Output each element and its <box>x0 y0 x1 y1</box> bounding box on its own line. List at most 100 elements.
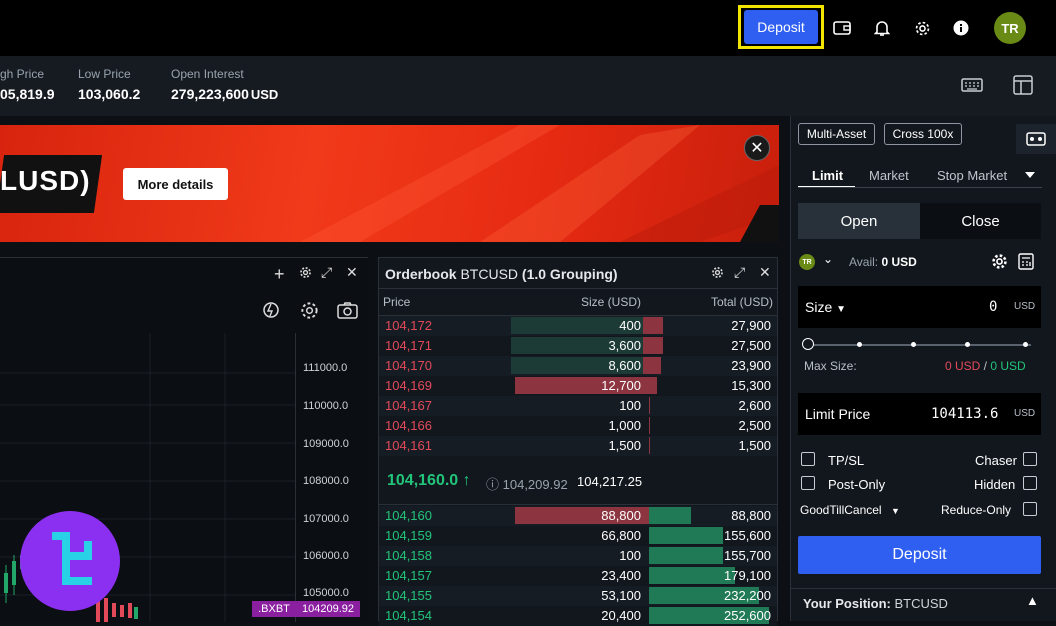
price-cell[interactable]: 104,172 <box>385 318 432 333</box>
y-tick: 108000.0 <box>303 475 349 487</box>
gear-icon[interactable] <box>991 253 1008 275</box>
size-slider[interactable] <box>807 344 1031 346</box>
open-tab[interactable]: Open <box>798 203 920 239</box>
total-cell: 155,700 <box>724 548 771 563</box>
stat-value-oi: 279,223,600 USD <box>171 86 279 102</box>
add-icon[interactable]: + <box>274 264 285 285</box>
price-cell[interactable]: 104,159 <box>385 528 432 543</box>
more-details-button[interactable]: More details <box>123 168 228 200</box>
size-value[interactable]: 0 <box>989 299 997 315</box>
gear-icon[interactable] <box>910 16 934 40</box>
total-depth-bar <box>649 337 663 354</box>
total-cell: 2,500 <box>738 418 771 433</box>
ask-row[interactable]: 104,167 100 2,600 <box>379 396 777 416</box>
close-icon[interactable]: ✕ <box>744 135 770 161</box>
hidden-checkbox[interactable] <box>1023 476 1037 490</box>
y-tick: 110000.0 <box>303 400 349 412</box>
bell-icon[interactable] <box>870 16 894 40</box>
price-cell[interactable]: 104,157 <box>385 568 432 583</box>
reduce-only-checkbox[interactable] <box>1023 502 1037 516</box>
total-depth-bar <box>649 397 650 414</box>
chevron-up-icon[interactable]: ▲ <box>1026 593 1039 608</box>
top-bar <box>0 0 1056 56</box>
expand-icon[interactable]: ⤢ <box>321 264 332 281</box>
index-price: 104,217.25 <box>577 474 643 489</box>
bid-row[interactable]: 104,155 53,100 232,200 <box>379 586 777 606</box>
price-cell[interactable]: 104,158 <box>385 548 432 563</box>
price-cell[interactable]: 104,161 <box>385 438 432 453</box>
total-cell: 23,900 <box>731 358 771 373</box>
gear-icon[interactable] <box>711 266 724 284</box>
mid-price: 104,160.0 ↑ <box>387 472 471 489</box>
ask-row[interactable]: 104,171 3,600 27,500 <box>379 336 777 356</box>
camera-icon[interactable] <box>337 302 358 324</box>
size-cell: 66,800 <box>601 528 641 543</box>
total-cell: 232,200 <box>724 588 771 603</box>
slider-handle[interactable] <box>802 338 814 350</box>
avatar[interactable]: TR <box>994 12 1026 44</box>
total-depth-bar <box>649 437 650 454</box>
wallet-icon[interactable] <box>830 16 854 40</box>
deposit-button[interactable]: Deposit <box>798 536 1041 574</box>
watermark-logo <box>20 511 120 611</box>
account-avatar[interactable]: TR <box>799 254 815 270</box>
calculator-icon[interactable] <box>1018 253 1034 275</box>
mark-price: ⓘ 104,209.92 <box>486 477 568 492</box>
bid-row[interactable]: 104,159 66,800 155,600 <box>379 526 777 546</box>
promo-banner: LUSD) <box>0 125 779 242</box>
cross-leverage-button[interactable]: Cross 100x <box>884 123 962 145</box>
total-depth-bar <box>649 417 650 434</box>
bid-row[interactable]: 104,158 100 155,700 <box>379 546 777 566</box>
price-cell[interactable]: 104,170 <box>385 358 432 373</box>
expand-icon[interactable]: ⤢ <box>734 264 745 281</box>
time-in-force-select[interactable]: GoodTillCancel ▼ <box>800 503 900 517</box>
ask-row[interactable]: 104,170 8,600 23,900 <box>379 356 777 376</box>
ask-row[interactable]: 104,166 1,000 2,500 <box>379 416 777 436</box>
position-header[interactable]: Your Position: BTCUSD <box>803 596 948 611</box>
chevron-down-icon[interactable] <box>1025 172 1035 178</box>
price-cell[interactable]: 104,167 <box>385 398 432 413</box>
price-cell[interactable]: 104,155 <box>385 588 432 603</box>
tpsl-checkbox[interactable] <box>801 452 815 466</box>
bid-row[interactable]: 104,157 23,400 179,100 <box>379 566 777 586</box>
multi-asset-button[interactable]: Multi-Asset <box>798 123 875 145</box>
calculator-icon[interactable] <box>1016 124 1056 154</box>
close-icon[interactable]: ✕ <box>759 264 771 281</box>
bid-row[interactable]: 104,154 20,400 252,600 <box>379 606 777 626</box>
price-cell[interactable]: 104,160 <box>385 508 432 523</box>
orderbook-title: Orderbook BTCUSD (1.0 Grouping) <box>385 266 618 282</box>
tab-limit[interactable]: Limit <box>812 168 843 183</box>
index-badge-label: .BXBT <box>252 601 296 617</box>
limit-price-value[interactable]: 104113.6 <box>931 406 998 422</box>
total-cell: 15,300 <box>731 378 771 393</box>
max-size-label: Max Size: <box>804 359 857 373</box>
post-only-checkbox[interactable] <box>801 476 815 490</box>
price-cell[interactable]: 104,169 <box>385 378 432 393</box>
indicator-icon[interactable] <box>262 300 282 325</box>
chart-settings-icon[interactable] <box>300 301 319 325</box>
chaser-label: Chaser <box>975 453 1017 468</box>
chevron-down-icon[interactable]: ⌄ <box>823 252 833 266</box>
stat-value-low: 103,060.2 <box>78 86 141 102</box>
y-tick: 106000.0 <box>303 550 349 562</box>
hidden-label: Hidden <box>974 477 1016 492</box>
ask-row[interactable]: 104,161 1,500 1,500 <box>379 436 777 456</box>
keyboard-icon[interactable] <box>961 77 983 98</box>
ask-row[interactable]: 104,169 12,700 15,300 <box>379 376 777 396</box>
tab-stop-market[interactable]: Stop Market <box>937 168 1007 183</box>
deposit-highlight: Deposit <box>738 5 824 49</box>
size-label[interactable]: Size ▼ <box>805 299 846 315</box>
info-icon[interactable] <box>949 16 973 40</box>
layout-icon[interactable] <box>1013 75 1033 100</box>
price-cell[interactable]: 104,166 <box>385 418 432 433</box>
gear-icon[interactable] <box>299 266 312 284</box>
chaser-checkbox[interactable] <box>1023 452 1037 466</box>
bid-row[interactable]: 104,160 88,800 88,800 <box>379 506 777 526</box>
price-cell[interactable]: 104,171 <box>385 338 432 353</box>
ask-row[interactable]: 104,172 400 27,900 <box>379 316 777 336</box>
header-deposit-button[interactable]: Deposit <box>744 10 818 44</box>
tpsl-label: TP/SL <box>828 453 865 468</box>
tab-market[interactable]: Market <box>869 168 909 183</box>
close-tab[interactable]: Close <box>920 203 1041 239</box>
close-icon[interactable]: ✕ <box>346 264 358 281</box>
